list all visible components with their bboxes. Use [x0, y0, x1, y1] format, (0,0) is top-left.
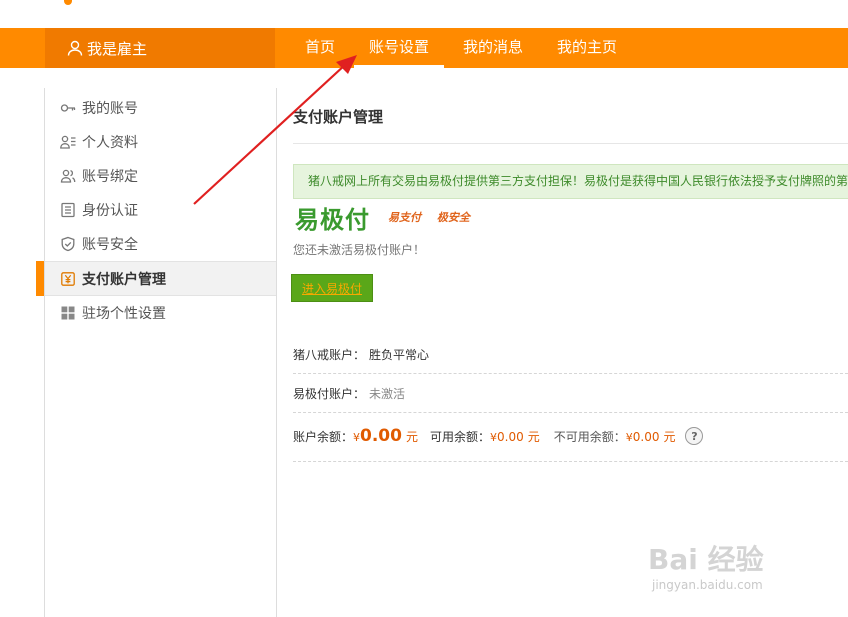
sidebar-item-identity-verification[interactable]: 身份认证 [45, 193, 276, 227]
yjf-account-label: 易极付账户： [293, 387, 366, 401]
available-unit: 元 [527, 429, 540, 444]
yijifu-logo: 易极付 [295, 205, 370, 234]
balance-currency: ¥ [353, 431, 361, 444]
watermark-url: jingyan.baidu.com [652, 578, 763, 592]
balance-label: 账户余额： [293, 429, 354, 444]
sidebar-item-account-binding[interactable]: 账号绑定 [45, 159, 276, 193]
available-amount: ¥0.00 元 [490, 428, 540, 445]
slogan-secure: 极安全 [436, 211, 470, 224]
title-divider [293, 143, 848, 144]
sidebar-item-label: 驻场个性设置 [82, 306, 166, 322]
main-nav: 首页 账号设置 我的消息 我的主页 [290, 28, 636, 68]
sidebar-item-onsite-settings[interactable]: 驻场个性设置 [45, 296, 276, 330]
balance-amount: ¥0.00 元 [353, 426, 418, 446]
unavailable-label: 不可用余额： [553, 429, 626, 444]
brand-label: 我是雇主 [87, 39, 148, 58]
not-activated-message: 您还未激活易极付账户！ [293, 243, 426, 257]
top-decoration-dot [64, 0, 72, 5]
yjf-account-value: 未激活 [369, 387, 406, 401]
sidebar-item-label: 账号安全 [82, 237, 138, 253]
balance-value: 0.00 [360, 426, 402, 446]
sidebar-item-account-security[interactable]: 账号安全 [45, 227, 276, 261]
top-navigation-bar: 我是雇主 首页 账号设置 我的消息 我的主页 [0, 28, 848, 68]
available-value: 0.00 [497, 429, 524, 444]
available-label: 可用余额： [429, 429, 490, 444]
brand-role-label[interactable]: 我是雇主 [45, 28, 275, 68]
sidebar-item-my-account[interactable]: 我的账号 [45, 91, 276, 125]
id-card-icon [60, 202, 76, 218]
available-currency: ¥ [490, 430, 497, 444]
zbj-account-row: 猪八戒账户： 胜负平常心 [293, 346, 848, 363]
sidebar-item-profile[interactable]: 个人资料 [45, 125, 276, 159]
sidebar-item-label: 身份认证 [82, 203, 138, 219]
key-icon [60, 100, 76, 116]
user-icon [67, 40, 83, 56]
sidebar-item-label: 我的账号 [82, 101, 138, 117]
yjf-account-row: 易极付账户： 未激活 [293, 385, 848, 402]
enter-yijifu-button[interactable]: 进入易极付 [291, 274, 373, 302]
nav-my-homepage[interactable]: 我的主页 [542, 28, 632, 68]
users-icon [60, 168, 76, 184]
page-title: 支付账户管理 [293, 108, 384, 126]
balance-row: 账户余额： ¥0.00 元 可用余额： ¥0.00 元 不可用余额： ¥0.00 元 … [293, 426, 848, 446]
row-divider [293, 412, 848, 413]
sidebar-item-label: 支付账户管理 [82, 271, 166, 288]
nav-account-settings[interactable]: 账号设置 [354, 28, 445, 68]
watermark-main: Bai 经验 [648, 543, 764, 576]
yuan-icon [60, 271, 76, 287]
zbj-account-label: 猪八戒账户： [293, 348, 366, 362]
nav-home[interactable]: 首页 [290, 28, 350, 68]
row-divider [293, 461, 848, 462]
sidebar-item-payment-account[interactable]: 支付账户管理 [36, 261, 276, 296]
help-icon[interactable]: ? [685, 427, 704, 445]
yijifu-slogan: 易支付 极安全 [388, 209, 482, 225]
unavailable-currency: ¥ [625, 430, 633, 444]
baidu-jingyan-watermark: Bai 经验 jingyan.baidu.com [648, 538, 764, 592]
slogan-easy-pay: 易支付 [388, 211, 421, 224]
settings-sidebar: 我的账号 个人资料 账号绑定 身份认证 账号安全 支付账户管理 驻场个性设置 [36, 88, 277, 617]
sidebar-item-label: 账号绑定 [82, 169, 138, 185]
zbj-account-value: 胜负平常心 [369, 348, 430, 362]
unavailable-value: 0.00 [632, 429, 660, 444]
unavailable-unit: 元 [663, 429, 676, 444]
nav-my-messages[interactable]: 我的消息 [448, 28, 538, 68]
shield-icon [60, 236, 76, 252]
sidebar-item-label: 个人资料 [82, 135, 138, 151]
balance-unit: 元 [405, 430, 418, 444]
guarantee-notice: 猪八戒网上所有交易由易极付提供第三方支付担保！易极付是获得中国人民银行依法授予支… [293, 164, 848, 199]
grid-icon [60, 305, 76, 321]
unavailable-amount: ¥0.00 元 [626, 428, 676, 445]
profile-icon [60, 134, 76, 150]
row-divider [293, 373, 848, 374]
